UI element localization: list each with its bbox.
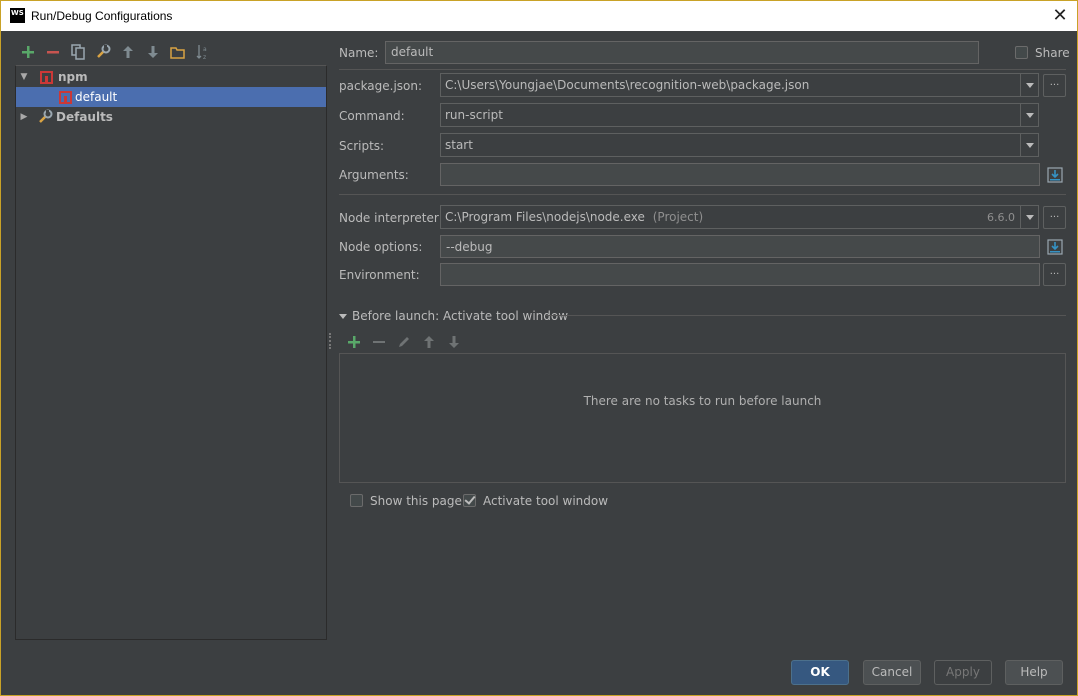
package-json-value: C:\Users\Youngjae\Documents\recognition-… xyxy=(445,78,810,92)
svg-text:a: a xyxy=(203,46,207,53)
ok-button[interactable]: OK xyxy=(791,660,849,685)
config-toolbar: az xyxy=(15,41,215,63)
name-label: Name: xyxy=(339,46,379,60)
node-interpreter-label: Node interpreter: xyxy=(339,211,443,225)
close-icon[interactable]: ✕ xyxy=(1049,5,1071,27)
scripts-value: start xyxy=(445,138,473,152)
chevron-down-icon[interactable] xyxy=(1020,74,1038,96)
share-label: Share xyxy=(1035,46,1070,60)
package-json-combo[interactable]: C:\Users\Youngjae\Documents\recognition-… xyxy=(440,73,1039,97)
move-down-icon[interactable] xyxy=(441,331,466,353)
expand-field-icon[interactable] xyxy=(1045,237,1065,257)
expand-field-icon[interactable] xyxy=(1045,165,1065,185)
node-options-field[interactable]: --debug xyxy=(440,235,1040,258)
cancel-button[interactable]: Cancel xyxy=(863,660,921,685)
command-value: run-script xyxy=(445,108,503,122)
move-up-icon[interactable] xyxy=(416,331,441,353)
environment-field[interactable] xyxy=(440,263,1040,286)
apply-button[interactable]: Apply xyxy=(934,660,992,685)
edit-icon[interactable] xyxy=(391,331,416,353)
help-button[interactable]: Help xyxy=(1005,660,1063,685)
command-label: Command: xyxy=(339,109,405,123)
before-launch-task-list[interactable]: There are no tasks to run before launch xyxy=(339,353,1066,483)
move-up-icon[interactable] xyxy=(115,41,140,63)
show-this-page-checkbox[interactable] xyxy=(350,494,363,507)
folder-icon[interactable] xyxy=(165,41,190,63)
splitter-handle[interactable] xyxy=(329,333,332,349)
add-icon[interactable] xyxy=(341,331,366,353)
before-launch-header[interactable]: Before launch: Activate tool window xyxy=(339,309,568,323)
tree-node-defaults[interactable]: ▶ Defaults xyxy=(16,107,326,127)
empty-tasks-message: There are no tasks to run before launch xyxy=(583,394,822,408)
browse-environment-button[interactable]: ... xyxy=(1043,263,1066,286)
tree-node-label: Defaults xyxy=(56,110,113,124)
window-title: Run/Debug Configurations xyxy=(31,9,173,23)
configurations-tree: ▼ npm default ▶ Defaults xyxy=(15,65,327,640)
title-bar: WS Run/Debug Configurations ✕ xyxy=(1,1,1077,31)
command-combo[interactable]: run-script xyxy=(440,103,1039,127)
node-interpreter-combo[interactable]: C:\Program Files\nodejs\node.exe (Projec… xyxy=(440,205,1039,229)
move-down-icon[interactable] xyxy=(140,41,165,63)
chevron-down-icon[interactable] xyxy=(1020,104,1038,126)
before-launch-toolbar xyxy=(341,331,466,353)
chevron-down-icon[interactable] xyxy=(1020,134,1038,156)
node-version: 6.6.0 xyxy=(987,211,1015,224)
separator xyxy=(339,69,1066,70)
remove-icon[interactable] xyxy=(40,41,65,63)
wrench-icon xyxy=(37,109,53,125)
arguments-label: Arguments: xyxy=(339,168,409,182)
svg-text:z: z xyxy=(203,54,206,60)
package-json-label: package.json: xyxy=(339,79,423,93)
wrench-icon[interactable] xyxy=(90,41,115,63)
share-checkbox[interactable] xyxy=(1015,46,1028,59)
tree-node-label: default xyxy=(75,90,118,104)
remove-icon[interactable] xyxy=(366,331,391,353)
copy-icon[interactable] xyxy=(65,41,90,63)
tree-node-default[interactable]: default xyxy=(16,87,326,107)
sort-icon[interactable]: az xyxy=(190,41,215,63)
before-launch-title: Before launch: Activate tool window xyxy=(352,309,569,323)
npm-icon xyxy=(59,90,72,104)
collapse-arrow-icon xyxy=(339,313,347,319)
expand-arrow-icon[interactable]: ▶ xyxy=(18,111,30,123)
scripts-combo[interactable]: start xyxy=(440,133,1039,157)
activate-tool-window-label: Activate tool window xyxy=(483,494,609,508)
browse-package-button[interactable]: ... xyxy=(1043,74,1066,97)
npm-icon xyxy=(40,70,53,84)
activate-tool-window-checkbox[interactable] xyxy=(463,494,476,507)
arguments-field[interactable] xyxy=(440,163,1040,186)
node-interpreter-value: C:\Program Files\nodejs\node.exe xyxy=(445,210,645,224)
webstorm-logo-icon: WS xyxy=(10,8,25,23)
tree-node-npm[interactable]: ▼ npm xyxy=(16,67,326,87)
node-interpreter-scope: (Project) xyxy=(652,210,704,224)
node-options-label: Node options: xyxy=(339,240,423,254)
name-field[interactable]: default xyxy=(385,41,979,64)
separator xyxy=(545,315,1066,316)
separator xyxy=(339,194,1066,195)
environment-label: Environment: xyxy=(339,268,420,282)
browse-interpreter-button[interactable]: ... xyxy=(1043,206,1066,229)
chevron-down-icon[interactable] xyxy=(1020,206,1038,228)
run-debug-configurations-dialog: WS Run/Debug Configurations ✕ az ▼ npm d… xyxy=(0,0,1078,696)
show-this-page-label: Show this page xyxy=(370,494,462,508)
tree-node-label: npm xyxy=(58,70,88,84)
collapse-arrow-icon[interactable]: ▼ xyxy=(18,71,30,83)
add-icon[interactable] xyxy=(15,41,40,63)
scripts-label: Scripts: xyxy=(339,139,385,153)
